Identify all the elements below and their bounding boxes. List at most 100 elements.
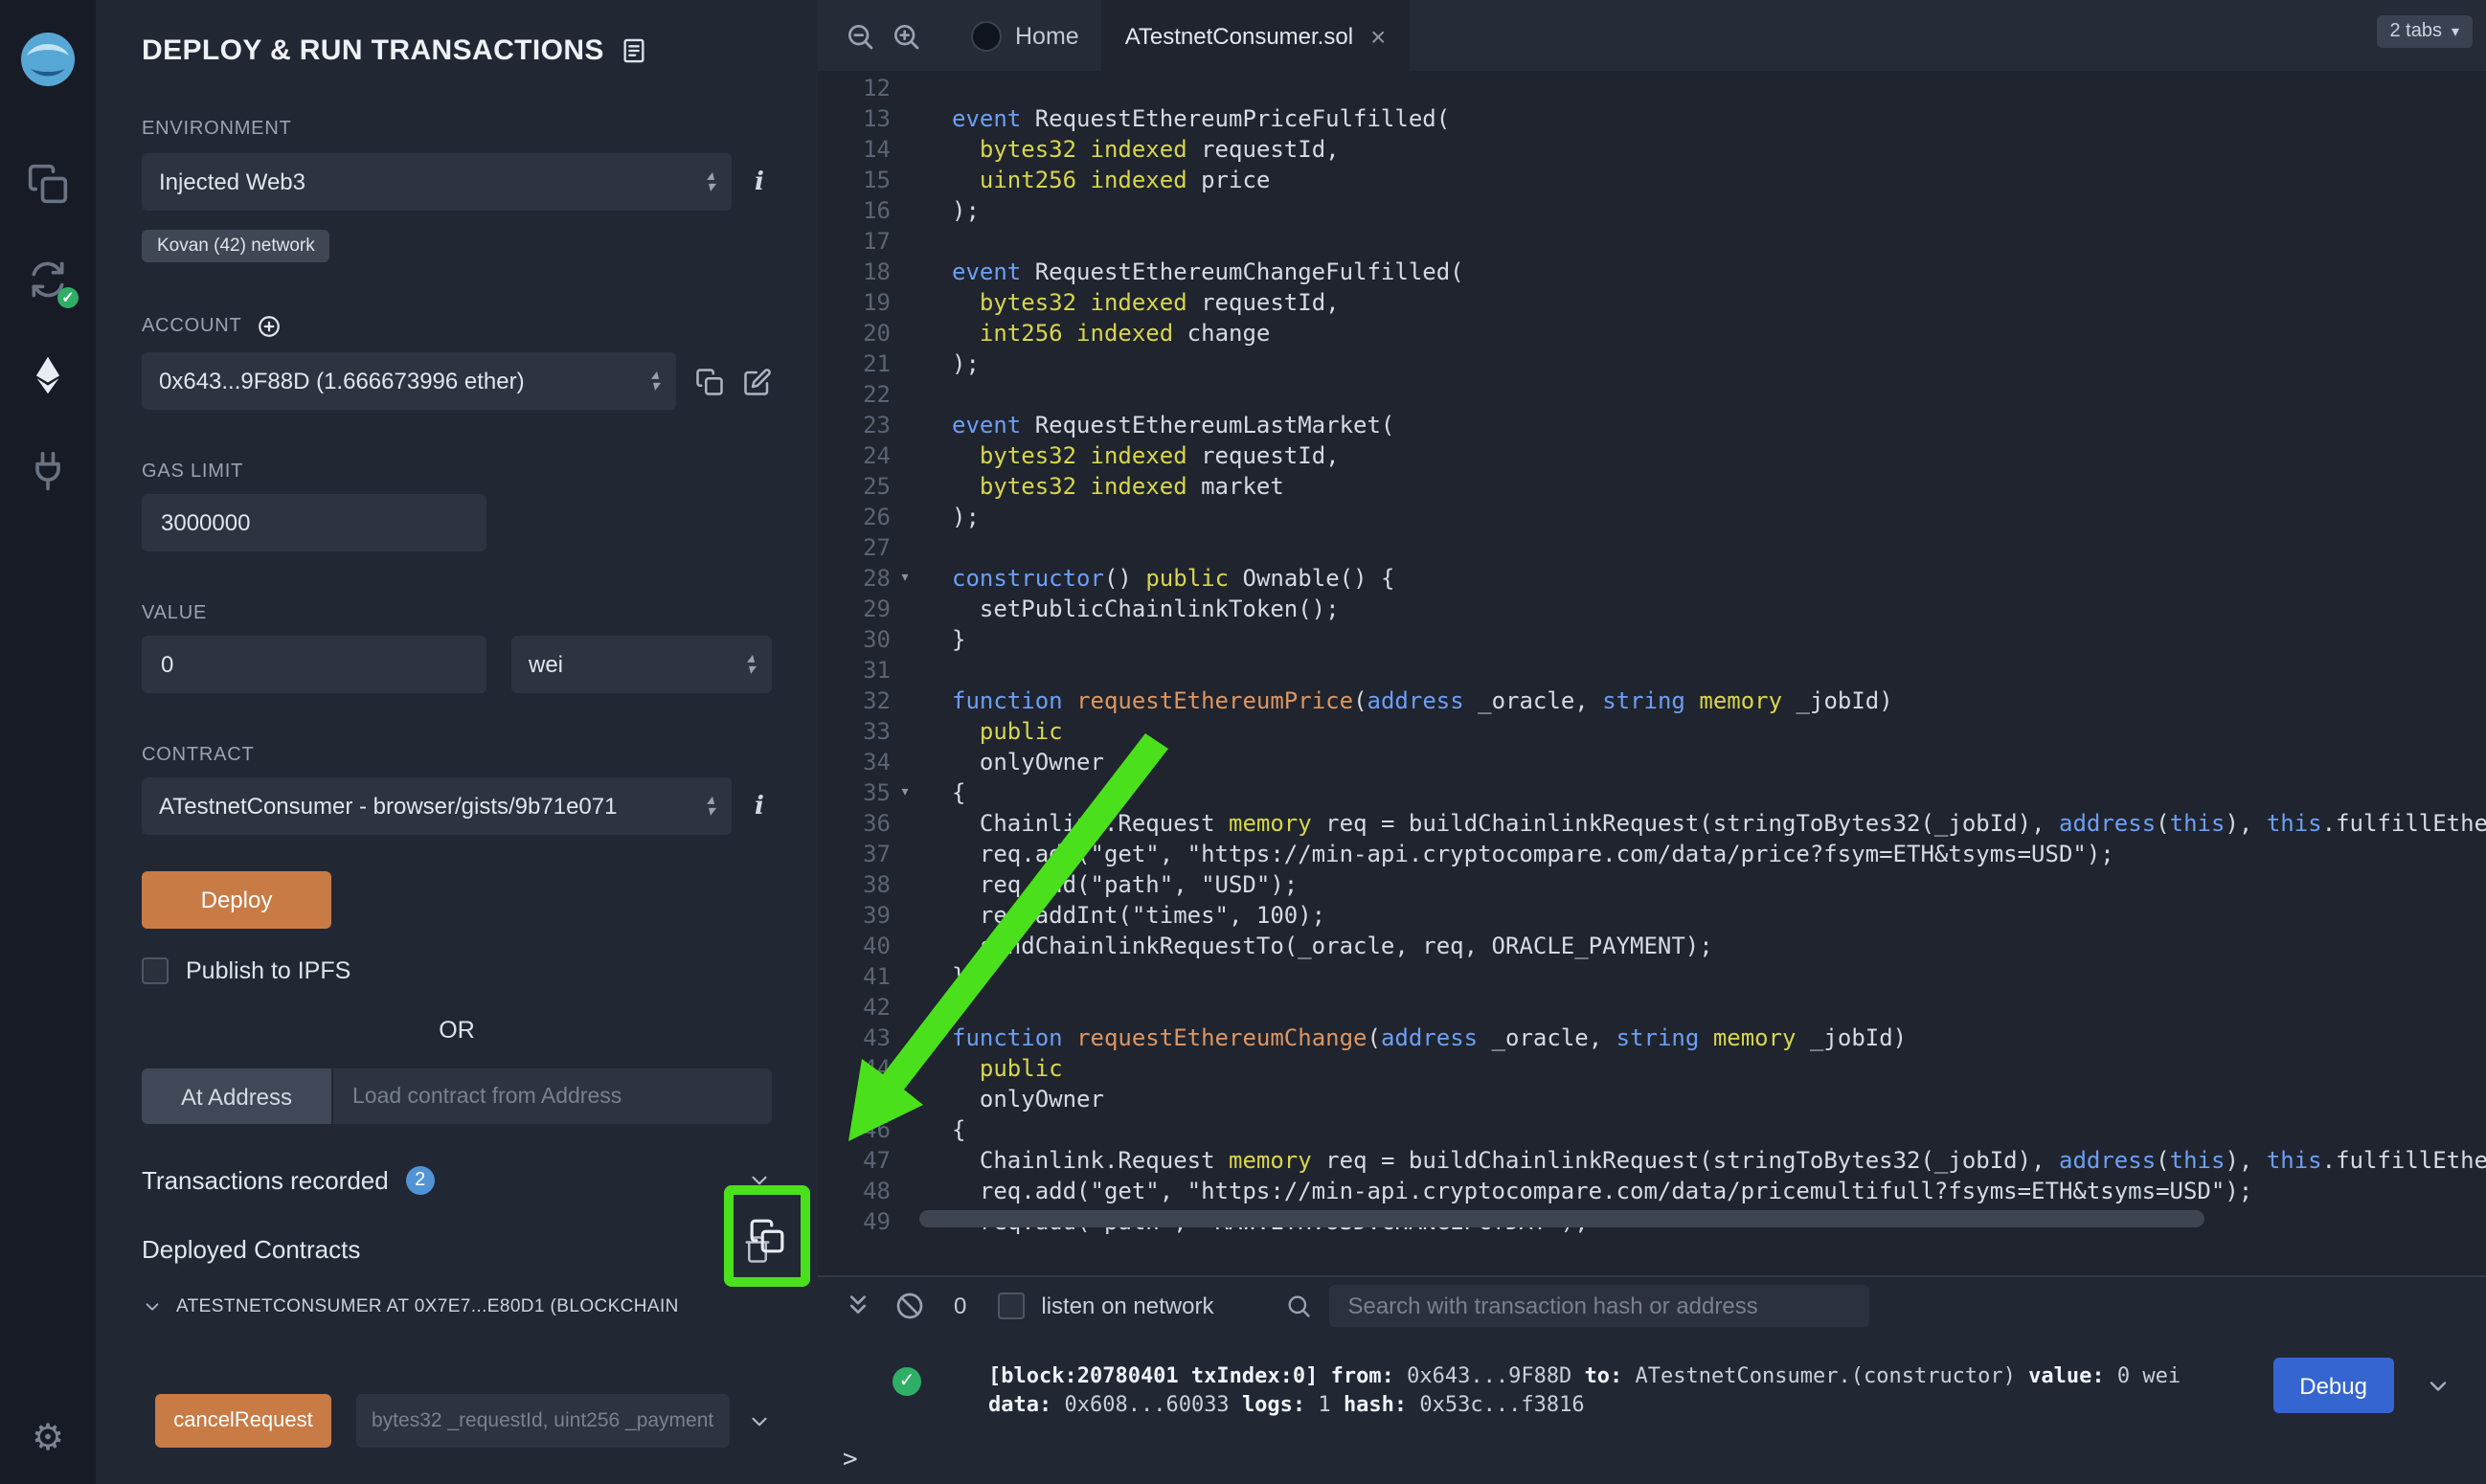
file-explorer-icon[interactable] [0,142,96,226]
clear-terminal-icon[interactable] [894,1291,925,1321]
code-line: 23event RequestEthereumLastMarket( [818,410,2486,440]
code-line: 28▾constructor() public Ownable() { [818,563,2486,594]
tab-home[interactable]: Home [948,0,1102,71]
account-select[interactable]: 0x643...9F88D (1.666673996 ether) ▴▾ [142,352,676,410]
code-line: 45 onlyOwner [818,1084,2486,1114]
tx-success-icon: ✓ [893,1367,921,1396]
code-line: 12 [818,73,2486,103]
contract-info-icon[interactable]: i [747,792,772,821]
expand-terminal-icon[interactable] [843,1291,873,1321]
plugin-manager-icon[interactable] [0,429,96,513]
listen-network-label: listen on network [1041,1293,1213,1319]
code-line: 19 bytes32 indexed requestId, [818,287,2486,318]
gas-limit-input[interactable] [142,494,486,551]
network-badge: Kovan (42) network [142,230,330,262]
icon-rail: ✓ ⚙ [0,0,96,1484]
file-tab-label: ATestnetConsumer.sol [1125,22,1353,49]
contract-value: ATestnetConsumer - browser/gists/9b71e07… [159,793,617,820]
edit-account-icon[interactable] [743,367,772,395]
transactions-count-badge: 2 [406,1166,435,1195]
code-line: 20 int256 indexed change [818,318,2486,349]
debug-button[interactable]: Debug [2272,1358,2394,1413]
transactions-recorded-row[interactable]: Transactions recorded 2 [142,1166,772,1195]
environment-value: Injected Web3 [159,169,305,195]
stepper-down-icon: ▾ [747,664,755,676]
select-stepper-icon: ▴▾ [735,653,755,676]
document-icon[interactable] [622,36,648,65]
contract-select[interactable]: ATestnetConsumer - browser/gists/9b71e07… [142,777,732,835]
compiler-icon[interactable]: ✓ [0,237,96,322]
editor-area: Home ATestnetConsumer.sol × 2 tabs ▾ 121… [818,0,2486,1484]
environment-select[interactable]: Injected Web3 ▴▾ [142,153,732,211]
deployed-instance-label: ATESTNETCONSUMER AT 0X7E7...E80D1 (BLOCK… [176,1296,679,1317]
code-line: 26); [818,502,2486,532]
code-line: 43function requestEthereumChange(address… [818,1023,2486,1053]
deployed-instance-header[interactable]: ATESTNETCONSUMER AT 0X7E7...E80D1 (BLOCK… [142,1296,772,1317]
chevron-down-icon[interactable] [2425,1373,2452,1400]
publish-ipfs-label: Publish to IPFS [186,957,350,984]
contract-functions: cancelRequestfulfillEthereumC... [142,1394,772,1484]
value-input[interactable] [142,636,486,693]
tabs-count-label: 2 tabs [2389,21,2442,42]
code-line: 39 req.addInt("times", 100); [818,900,2486,931]
stepper-down-icon: ▾ [707,806,714,818]
code-editor[interactable]: 1213event RequestEthereumPriceFulfilled(… [818,71,2486,1275]
settings-icon[interactable]: ⚙ [32,1417,64,1461]
code-line: 22 [818,379,2486,410]
terminal-log-text[interactable]: [block:20780401 txIndex:0] from: 0x643..… [988,1361,2218,1419]
code-line: 17 [818,226,2486,257]
gas-limit-label: GAS LIMIT [142,461,772,483]
search-icon [1284,1293,1311,1319]
listen-network-checkbox[interactable] [997,1293,1024,1319]
fold-icon[interactable]: ▾ [891,563,919,594]
zoom-in-icon[interactable] [891,20,921,51]
scrollbar-thumb[interactable] [919,1210,2204,1227]
chevron-down-icon[interactable] [747,1408,772,1433]
code-line: 46{ [818,1114,2486,1145]
code-line: 42 [818,992,2486,1023]
zoom-out-icon[interactable] [845,20,875,51]
select-stepper-icon: ▴▾ [640,370,659,393]
code-line: 36 Chainlink.Request memory req = buildC… [818,808,2486,839]
value-unit-select[interactable]: wei ▴▾ [511,636,772,693]
code-line: 41} [818,961,2486,992]
annotation-highlight-box [724,1185,810,1287]
tabs-count-dropdown[interactable]: 2 tabs ▾ [2376,15,2473,48]
remix-logo-icon[interactable] [15,27,80,92]
copy-account-icon[interactable] [695,367,724,395]
stepper-down-icon: ▾ [707,182,714,193]
close-icon[interactable]: × [1370,20,1386,51]
deploy-button[interactable]: Deploy [142,871,331,929]
code-lines: 1213event RequestEthereumPriceFulfilled(… [818,71,2486,1237]
code-line: 16); [818,195,2486,226]
function-params-input[interactable] [356,1394,730,1448]
fold-icon[interactable]: ▾ [891,777,919,808]
code-line: 21); [818,349,2486,379]
code-line: 24 bytes32 indexed requestId, [818,440,2486,471]
code-line: 29 setPublicChainlinkToken(); [818,594,2486,624]
function-button[interactable]: cancelRequest [155,1394,331,1448]
horizontal-scrollbar[interactable] [818,1210,2486,1231]
at-address-button[interactable]: At Address [142,1068,331,1124]
tab-atestnetconsumer[interactable]: ATestnetConsumer.sol × [1102,0,1410,71]
code-line: 38 req.add("path", "USD"); [818,869,2486,900]
or-divider: OR [142,1017,772,1044]
terminal-prompt[interactable]: > [843,1446,858,1474]
terminal-search-input[interactable] [1328,1285,1868,1327]
publish-ipfs-checkbox[interactable] [142,957,169,984]
plus-circle-icon[interactable] [258,314,282,339]
value-unit: wei [529,651,563,678]
at-address-input[interactable] [333,1068,772,1124]
code-line: 40 sendChainlinkRequestTo(_oracle, req, … [818,931,2486,961]
environment-info-icon[interactable]: i [747,168,772,196]
code-line: 27 [818,532,2486,563]
account-value: 0x643...9F88D (1.666673996 ether) [159,368,525,394]
code-line: 44 public [818,1053,2486,1084]
remix-ide: ✓ ⚙ DEPLOY & RUN TRANSACTIONS ENVIRONMEN… [0,0,2486,1484]
code-line: 47 Chainlink.Request memory req = buildC… [818,1145,2486,1176]
home-tab-label: Home [1015,22,1079,49]
deploy-run-icon[interactable] [0,333,96,417]
terminal: 0 listen on network ✓ [block:20780401 tx… [818,1275,2486,1484]
copy-instance-icon[interactable] [749,1218,785,1254]
select-stepper-icon: ▴▾ [695,170,714,193]
